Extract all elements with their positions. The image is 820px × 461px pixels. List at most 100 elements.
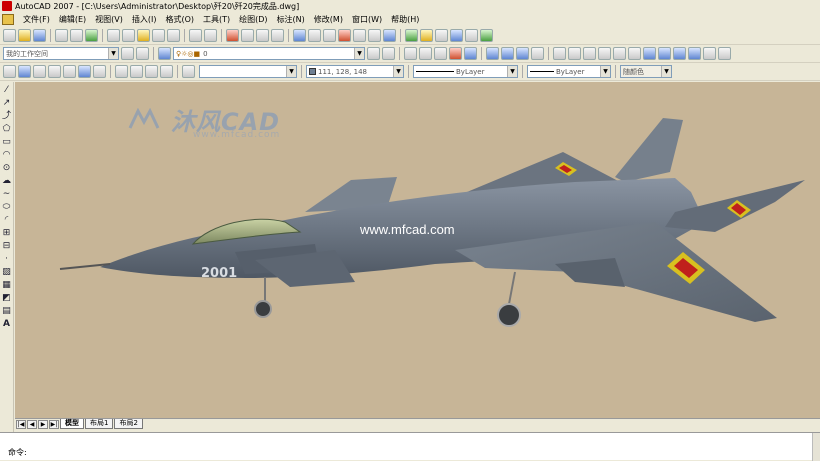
arc-icon[interactable]: ◠	[1, 150, 12, 161]
open-icon[interactable]	[18, 29, 31, 42]
command-line[interactable]: 命令:	[0, 432, 820, 461]
rectangle-icon[interactable]: ▭	[1, 137, 12, 148]
circle-icon[interactable]: ⊙	[1, 163, 12, 174]
menu-dimension[interactable]: 标注(N)	[277, 14, 305, 25]
chevron-down-icon[interactable]: ▼	[600, 66, 610, 77]
new-icon[interactable]	[3, 29, 16, 42]
ucs-apply-icon[interactable]	[160, 65, 173, 78]
layer-previous-icon[interactable]	[382, 47, 395, 60]
solid-icon[interactable]	[464, 47, 477, 60]
workspace-settings-icon[interactable]	[121, 47, 134, 60]
properties-icon[interactable]	[293, 29, 306, 42]
text-icon[interactable]: A	[1, 319, 12, 330]
ucs-icon[interactable]	[3, 65, 16, 78]
tab-layout2[interactable]: 布局2	[114, 419, 143, 429]
chevron-down-icon[interactable]: ▼	[286, 66, 296, 77]
chevron-down-icon[interactable]: ▼	[108, 48, 118, 59]
tab-next-icon[interactable]: ▶	[38, 419, 48, 429]
calculator-icon[interactable]	[368, 29, 381, 42]
view-top-icon[interactable]	[553, 47, 566, 60]
sphere-icon[interactable]	[449, 47, 462, 60]
save-icon[interactable]	[33, 29, 46, 42]
menu-draw[interactable]: 绘图(D)	[239, 14, 267, 25]
copy-icon[interactable]	[122, 29, 135, 42]
lineweight-select[interactable]: ByLayer ▼	[527, 65, 611, 78]
make-current-layer-icon[interactable]	[367, 47, 380, 60]
ucs-3point-icon[interactable]	[93, 65, 106, 78]
revision-cloud-icon[interactable]: ☁	[1, 176, 12, 187]
ucs-manager-icon[interactable]	[182, 65, 195, 78]
tab-prev-icon[interactable]: ◀	[27, 419, 37, 429]
menu-modify[interactable]: 修改(M)	[314, 14, 343, 25]
zoom-previous-icon[interactable]	[271, 29, 284, 42]
material-icon[interactable]	[435, 29, 448, 42]
camera-view-icon[interactable]	[703, 47, 716, 60]
pan-icon[interactable]	[226, 29, 239, 42]
layer-select[interactable]: ♀☼◎■ 0 ▼	[173, 47, 365, 60]
hatch-icon[interactable]: ▨	[1, 267, 12, 278]
linetype-select[interactable]: ByLayer ▼	[413, 65, 518, 78]
plotstyle-select[interactable]: 随颜色 ▼	[620, 65, 672, 78]
menu-insert[interactable]: 插入(I)	[132, 14, 157, 25]
layer-manager-icon[interactable]	[158, 47, 171, 60]
view-2d-icon[interactable]	[404, 47, 417, 60]
paste-icon[interactable]	[137, 29, 150, 42]
block-editor-icon[interactable]	[167, 29, 180, 42]
menu-file[interactable]: 文件(F)	[23, 14, 50, 25]
viewport-icon[interactable]	[718, 47, 731, 60]
zoom-realtime-icon[interactable]	[241, 29, 254, 42]
design-center-icon[interactable]	[308, 29, 321, 42]
tab-model[interactable]: 模型	[60, 419, 84, 429]
insert-block-icon[interactable]: ⊞	[1, 228, 12, 239]
ucs-world-icon[interactable]	[18, 65, 31, 78]
visual-style-icon[interactable]	[531, 47, 544, 60]
walk-icon[interactable]	[480, 29, 493, 42]
view-se-iso-icon[interactable]	[658, 47, 671, 60]
match-properties-icon[interactable]	[152, 29, 165, 42]
polyline-icon[interactable]: ⤴	[1, 111, 12, 122]
ucs-z-icon[interactable]	[145, 65, 158, 78]
line-icon[interactable]: ⁄	[1, 85, 12, 96]
view-nw-iso-icon[interactable]	[688, 47, 701, 60]
light-icon[interactable]	[420, 29, 433, 42]
drawing-canvas[interactable]: 沐风CAD www.mfcad.com 2001 www.mfcad.com	[15, 82, 820, 418]
ucs-y-icon[interactable]	[130, 65, 143, 78]
polygon-icon[interactable]: ⬠	[1, 124, 12, 135]
print-icon[interactable]	[55, 29, 68, 42]
color-select[interactable]: 111, 128, 148 ▼	[306, 65, 404, 78]
ellipse-icon[interactable]: ⬭	[1, 202, 12, 213]
undo-icon[interactable]	[189, 29, 202, 42]
point-icon[interactable]: ·	[1, 254, 12, 265]
ucs-object-icon[interactable]	[48, 65, 61, 78]
table-icon[interactable]: ▤	[1, 306, 12, 317]
cut-icon[interactable]	[107, 29, 120, 42]
view-front-icon[interactable]	[613, 47, 626, 60]
redo-icon[interactable]	[204, 29, 217, 42]
ucs-view-icon[interactable]	[78, 65, 91, 78]
plot-preview-icon[interactable]	[70, 29, 83, 42]
tab-last-icon[interactable]: ▶|	[49, 419, 59, 429]
camera-icon[interactable]	[465, 29, 478, 42]
box-icon[interactable]	[419, 47, 432, 60]
menu-window[interactable]: 窗口(W)	[352, 14, 382, 25]
menu-help[interactable]: 帮助(H)	[391, 14, 419, 25]
view-right-icon[interactable]	[598, 47, 611, 60]
menu-view[interactable]: 视图(V)	[95, 14, 123, 25]
publish-icon[interactable]	[85, 29, 98, 42]
spline-icon[interactable]: ∼	[1, 189, 12, 200]
view-left-icon[interactable]	[583, 47, 596, 60]
zoom-window-icon[interactable]	[256, 29, 269, 42]
sheet-set-icon[interactable]	[338, 29, 351, 42]
ucs-face-icon[interactable]	[33, 65, 46, 78]
orbit-icon[interactable]	[486, 47, 499, 60]
cylinder-icon[interactable]	[434, 47, 447, 60]
chevron-down-icon[interactable]: ▼	[354, 48, 364, 59]
gradient-icon[interactable]: ▦	[1, 280, 12, 291]
view-back-icon[interactable]	[628, 47, 641, 60]
command-scrollbar[interactable]	[812, 433, 820, 461]
chevron-down-icon[interactable]: ▼	[393, 66, 403, 77]
view-ne-iso-icon[interactable]	[673, 47, 686, 60]
free-orbit-icon[interactable]	[501, 47, 514, 60]
continuous-orbit-icon[interactable]	[516, 47, 529, 60]
region-icon[interactable]: ◩	[1, 293, 12, 304]
